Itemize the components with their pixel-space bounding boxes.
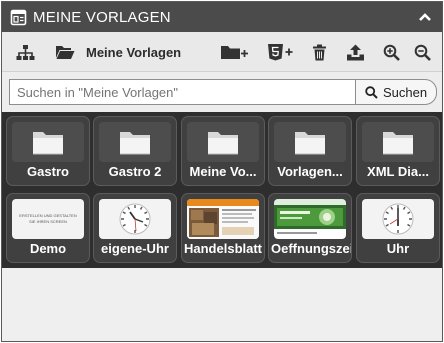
empty-area: [2, 268, 442, 341]
search-icon: [365, 85, 378, 99]
template-tile-uhr[interactable]: Uhr: [356, 193, 440, 263]
folder-tile-xml-diagramme[interactable]: XML Dia...: [356, 116, 440, 186]
new-folder-icon[interactable]: [219, 40, 249, 64]
template-tile-oeffnungszeiten[interactable]: Oeffnungszeiten: [268, 193, 352, 263]
tile-label: Meine Vo...: [189, 164, 257, 179]
panel-titlebar: MEINE VORLAGEN: [2, 2, 442, 32]
folder-icon: [187, 122, 259, 162]
clock-thumbnail-icon: [362, 199, 434, 239]
upload-icon[interactable]: [344, 40, 366, 64]
toolbar: Meine Vorlagen: [2, 32, 442, 72]
current-folder-label: Meine Vorlagen: [86, 45, 182, 60]
tile-label: Handelsblatt: [184, 241, 263, 256]
search-row: Suchen: [9, 79, 437, 105]
collapse-chevron-up-icon[interactable]: [416, 8, 434, 26]
folder-icon: [274, 122, 346, 162]
folder-icon: [12, 122, 84, 162]
search-button[interactable]: Suchen: [355, 79, 437, 105]
zoom-in-icon[interactable]: [381, 40, 401, 64]
panel-title: MEINE VORLAGEN: [33, 8, 171, 26]
template-tile-handelsblatt[interactable]: Handelsblatt: [181, 193, 265, 263]
folder-icon: [362, 122, 434, 162]
newspaper-thumbnail: [187, 199, 259, 239]
new-html5-template-icon[interactable]: [266, 40, 294, 64]
tile-label: Oeffnungszeiten: [271, 241, 351, 256]
folder-tile-gastro-2[interactable]: Gastro 2: [93, 116, 177, 186]
trash-icon[interactable]: [309, 40, 329, 64]
templates-panel-icon: [9, 8, 27, 26]
folder-tile-meine-vorlagen[interactable]: Meine Vo...: [181, 116, 265, 186]
templates-panel: MEINE VORLAGEN Meine Vorlagen Suchen in …: [1, 1, 443, 342]
tile-label: Gastro 2: [108, 164, 162, 179]
folder-tile-gastro[interactable]: Gastro: [6, 116, 90, 186]
folder-open-icon[interactable]: [54, 40, 76, 64]
sitemap-tree-icon[interactable]: [14, 40, 36, 64]
tile-label: Gastro: [27, 164, 69, 179]
tile-label: eigene-Uhr: [101, 241, 169, 256]
thumbnail-text: ERSTELLEN UND GESTALTEN SIE IHREN SCREEN: [19, 213, 77, 224]
tile-label: Uhr: [386, 241, 410, 256]
template-tile-demo[interactable]: ERSTELLEN UND GESTALTEN SIE IHREN SCREEN…: [6, 193, 90, 263]
clock-thumbnail-icon: [99, 199, 171, 239]
tile-label: Vorlagen...: [277, 164, 343, 179]
tile-label: Demo: [29, 241, 67, 256]
tile-label: XML Dia...: [367, 164, 429, 179]
template-grid: Gastro Gastro 2 Meine Vo... Vorlagen... …: [2, 112, 442, 268]
folder-icon: [99, 122, 171, 162]
search-button-label: Suchen: [382, 84, 428, 100]
template-tile-eigene-uhr[interactable]: eigene-Uhr: [93, 193, 177, 263]
search-input[interactable]: [9, 79, 356, 105]
green-thumbnail: [274, 199, 346, 239]
zoom-out-icon[interactable]: [412, 40, 432, 64]
template-thumbnail: ERSTELLEN UND GESTALTEN SIE IHREN SCREEN: [12, 199, 84, 239]
folder-tile-vorlagen[interactable]: Vorlagen...: [268, 116, 352, 186]
